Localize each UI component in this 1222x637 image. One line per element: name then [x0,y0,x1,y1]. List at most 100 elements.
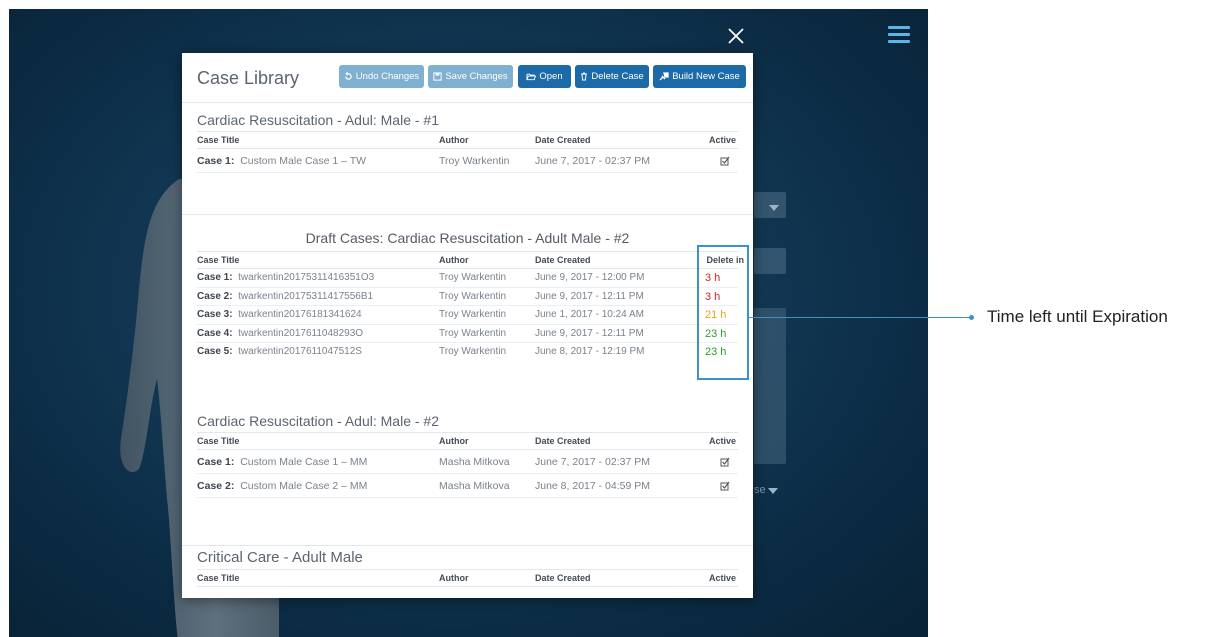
build-new-case-label: Build New Case [672,71,740,82]
open-label: Open [539,71,563,82]
table-header: Case Title Author Date Created Active [197,569,738,587]
date-cell: June 8, 2017 - 12:19 PM [535,346,645,357]
save-changes-button[interactable]: Save Changes [428,65,513,88]
table-row[interactable]: Case 1: Custom Male Case 1 – MM Masha Mi… [197,450,738,474]
case-number: Case 2: [197,290,233,302]
case-title: Custom Male Case 1 – MM [240,456,368,468]
build-new-case-button[interactable]: Build New Case [653,65,746,88]
undo-changes-button[interactable]: Undo Changes [339,65,424,88]
date-cell: June 7, 2017 - 02:37 PM [535,456,650,468]
column-active: Active [708,135,736,145]
author-cell: Masha Mitkova [439,480,510,492]
table-row[interactable]: Case 3: twarkentin20176181341624 Troy Wa… [197,306,738,325]
case-title: twarkentin2017611048293O [238,327,364,339]
delete-in-highlight-box [697,245,749,380]
callout-label: Time left until Expiration [987,307,1168,326]
background-caret-2 [768,488,778,494]
section-title: Cardiac Resuscitation - Adul: Male - #2 [197,413,439,429]
date-cell: June 9, 2017 - 12:11 PM [535,290,644,302]
author-cell: Masha Mitkova [439,456,510,468]
column-case-title: Case Title [197,135,240,145]
section-critical-care: Critical Care - Adult Male Case Title Au… [197,547,738,587]
case-title: twarkentin20176181341624 [238,309,362,320]
case-number: Case 1: [197,272,233,283]
delete-case-label: Delete Case [591,71,644,82]
section-divider [182,545,753,546]
date-cell: June 9, 2017 - 12:11 PM [535,327,644,339]
table-row[interactable]: Case 1: Custom Male Case 1 – TW Troy War… [197,149,738,173]
column-author: Author [439,135,469,145]
column-active: Active [708,436,736,446]
author-cell: Troy Warkentin [439,155,510,167]
folder-open-icon [526,73,537,81]
checked-box-icon[interactable] [720,149,730,175]
save-icon [433,72,442,81]
table-row[interactable]: Case 1: twarkentin20175311416351O3 Troy … [197,269,738,288]
close-icon[interactable] [726,26,746,46]
case-number: Case 1: [197,456,235,468]
column-author: Author [439,573,469,583]
column-case-title: Case Title [197,436,240,446]
case-cell: Case 4: twarkentin2017611048293O [197,325,363,343]
background-field-2 [754,248,786,274]
save-changes-label: Save Changes [445,71,508,82]
checked-box-icon[interactable] [720,450,730,476]
background-caret-1 [769,205,779,211]
section-draft-cases: Draft Cases: Cardiac Resuscitation - Adu… [197,227,744,362]
column-date-created: Date Created [535,255,591,265]
case-number: Case 2: [197,480,235,492]
undo-icon [345,72,352,80]
delete-case-button[interactable]: Delete Case [575,65,649,88]
case-cell: Case 1: Custom Male Case 1 – TW [197,149,366,173]
open-button[interactable]: Open [518,65,571,88]
case-number: Case 4: [197,327,233,339]
case-title: twarkentin2017611047512S [238,346,362,357]
case-cell: Case 1: twarkentin20175311416351O3 [197,269,374,287]
column-date-created: Date Created [535,135,591,145]
build-icon [659,72,669,81]
table-header: Case Title Author Date Created Active [197,131,738,149]
checked-box-icon[interactable] [720,474,730,500]
modal-header: Case Library Undo Changes Save Changes O… [182,53,753,103]
author-cell: Troy Warkentin [439,272,507,283]
case-title: twarkentin20175311417556B1 [238,290,374,302]
date-cell: June 1, 2017 - 10:24 AM [535,309,644,320]
table-row[interactable]: Case 5: twarkentin2017611047512S Troy Wa… [197,343,738,362]
case-number: Case 5: [197,346,233,357]
table-row[interactable]: Case 2: twarkentin20175311417556B1 Troy … [197,288,738,306]
undo-changes-label: Undo Changes [355,71,420,82]
case-number: Case 1: [197,155,235,167]
case-cell: Case 1: Custom Male Case 1 – MM [197,450,367,474]
section-cardiac-1: Cardiac Resuscitation - Adul: Male - #1 … [197,109,738,173]
hamburger-menu-icon[interactable] [888,26,910,44]
table-header: Case Title Author Date Created Delete in [197,251,744,269]
modal-title: Case Library [197,68,300,88]
table-row[interactable]: Case 4: twarkentin2017611048293O Troy Wa… [197,325,738,343]
column-author: Author [439,255,469,265]
case-cell: Case 2: twarkentin20175311417556B1 [197,288,373,306]
author-cell: Troy Warkentin [439,346,507,357]
callout-line [749,317,971,318]
column-case-title: Case Title [197,255,240,265]
date-cell: June 8, 2017 - 04:59 PM [535,480,650,492]
case-title: Custom Male Case 1 – TW [240,155,367,167]
column-author: Author [439,436,469,446]
callout-dot [969,315,974,320]
date-cell: June 7, 2017 - 02:37 PM [535,155,650,167]
author-cell: Troy Warkentin [439,290,507,302]
table-header: Case Title Author Date Created Active [197,432,738,450]
background-textarea [754,308,786,464]
case-cell: Case 2: Custom Male Case 2 – MM [197,474,367,498]
trash-icon [581,72,588,81]
column-case-title: Case Title [197,573,240,583]
date-cell: June 9, 2017 - 12:00 PM [535,272,645,283]
case-library-modal: Case Library Undo Changes Save Changes O… [182,53,753,598]
table-row[interactable]: Case 2: Custom Male Case 2 – MM Masha Mi… [197,474,738,498]
case-title: twarkentin20175311416351O3 [238,272,375,283]
column-active: Active [708,573,736,583]
author-cell: Troy Warkentin [439,309,507,320]
background-partial-text: se [754,484,766,496]
section-cardiac-2: Cardiac Resuscitation - Adul: Male - #2 … [197,410,738,498]
case-cell: Case 5: twarkentin2017611047512S [197,343,362,361]
section-title: Draft Cases: Cardiac Resuscitation - Adu… [305,230,630,246]
